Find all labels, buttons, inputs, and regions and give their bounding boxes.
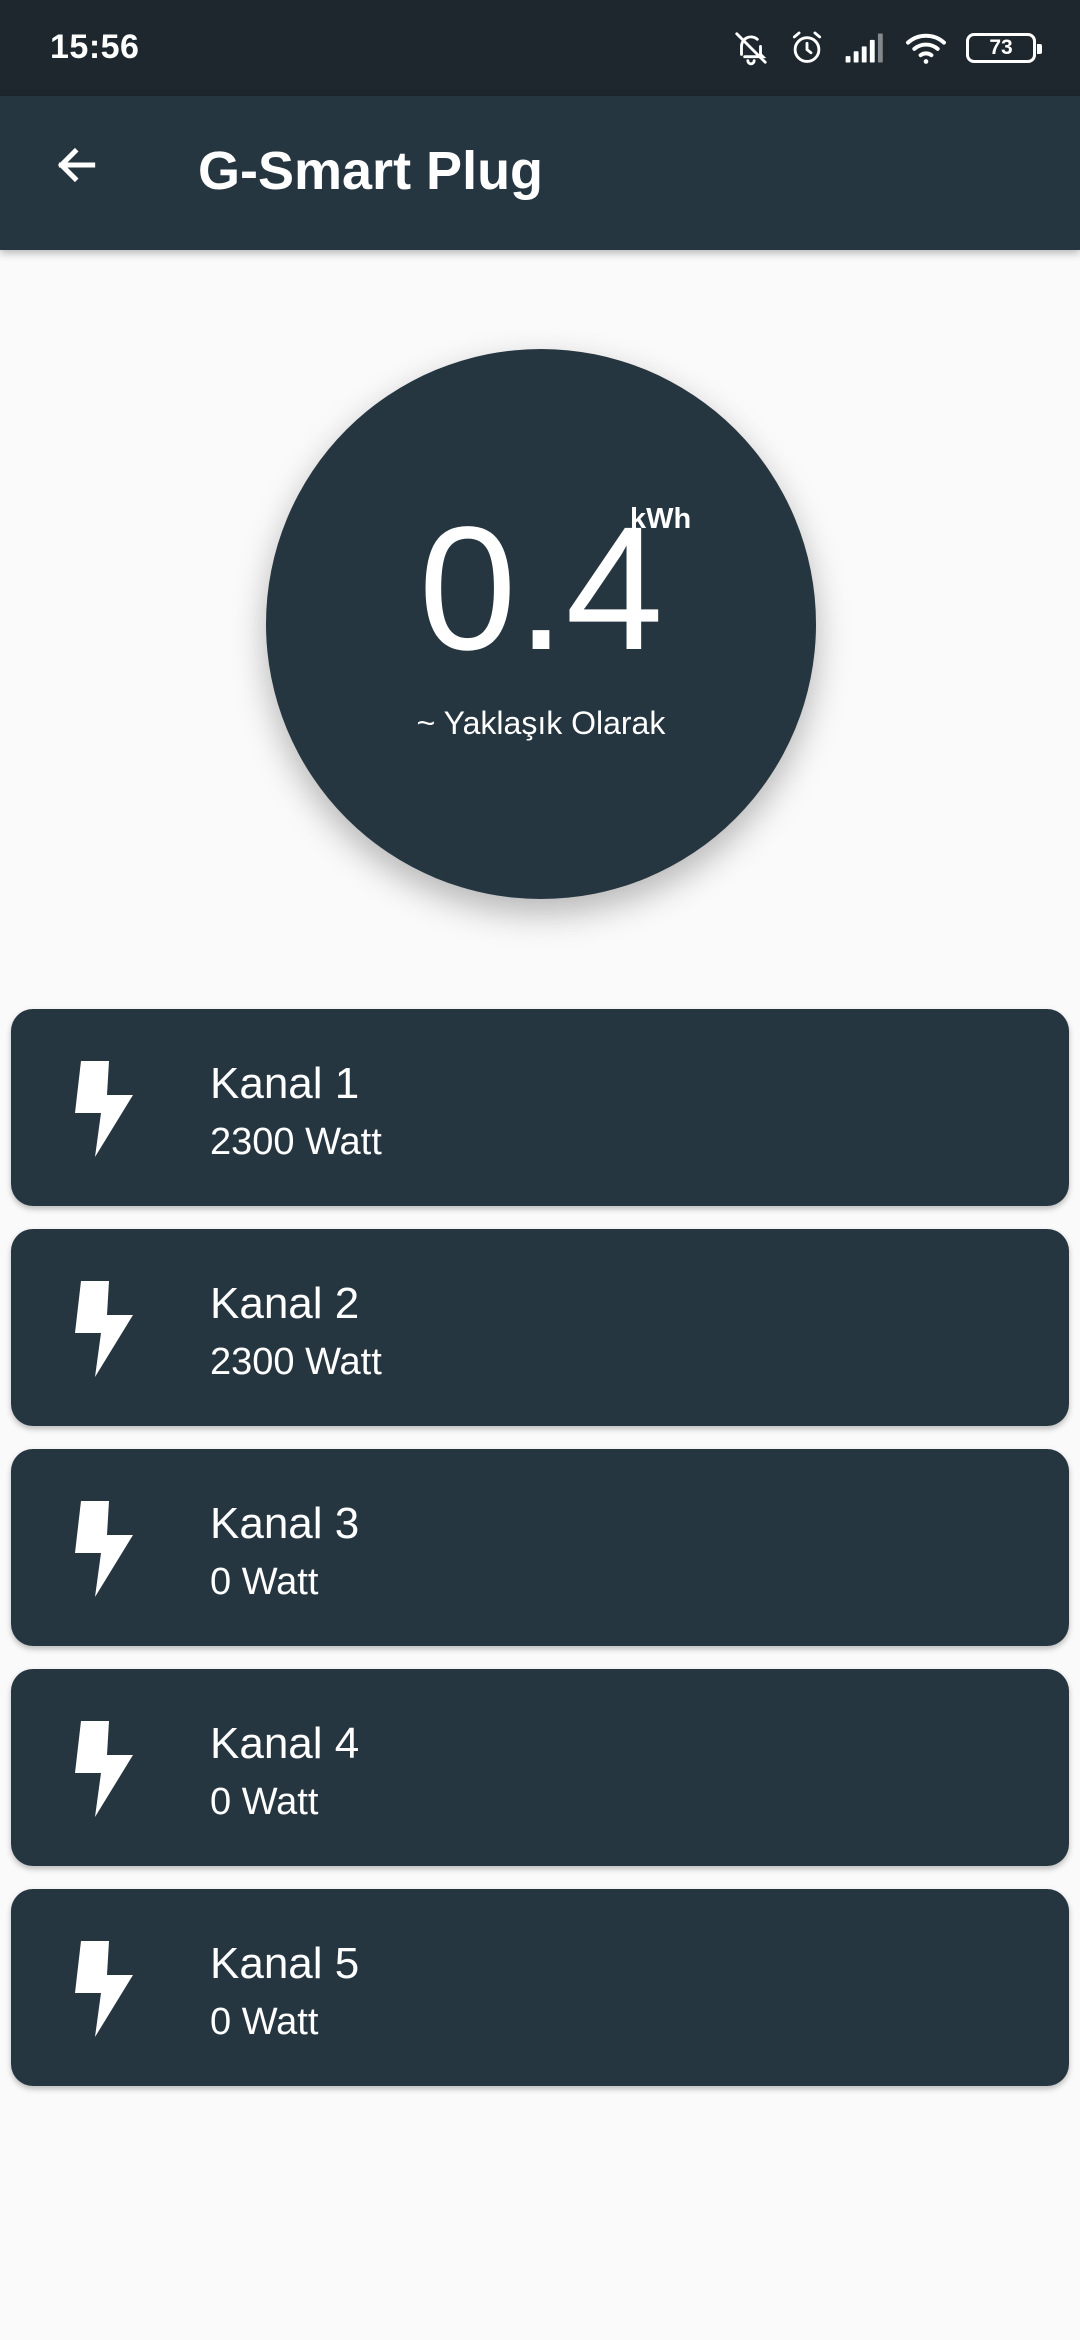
- mute-notifications-icon: [732, 29, 770, 67]
- status-bar: 15:56 73: [0, 0, 1080, 96]
- channel-name: Kanal 4: [210, 1719, 360, 1768]
- lightning-bolt-icon: [75, 1061, 133, 1157]
- channel-card-5[interactable]: Kanal 5 0 Watt: [11, 1889, 1069, 2086]
- channel-card-2[interactable]: Kanal 2 2300 Watt: [11, 1229, 1069, 1426]
- battery-icon: 73: [966, 33, 1042, 63]
- back-button[interactable]: [38, 127, 114, 203]
- signal-icon: [844, 31, 886, 65]
- channel-power: 2300 Watt: [210, 1341, 382, 1383]
- status-icons: 73: [732, 26, 1042, 70]
- wifi-icon: [904, 30, 948, 66]
- channel-power: 0 Watt: [210, 1781, 319, 1823]
- channel-power: 2300 Watt: [210, 1121, 382, 1163]
- channel-name: Kanal 2: [210, 1279, 360, 1328]
- channel-power: 0 Watt: [210, 2001, 319, 2043]
- energy-caption: ~ Yaklaşık Olarak: [416, 705, 666, 741]
- channel-card-3[interactable]: Kanal 3 0 Watt: [11, 1449, 1069, 1646]
- lightning-bolt-icon: [75, 1721, 133, 1817]
- lightning-bolt-icon: [75, 1501, 133, 1597]
- channel-power: 0 Watt: [210, 1561, 319, 1603]
- energy-value: 0.4: [418, 491, 664, 687]
- channel-list: Kanal 1 2300 Watt Kanal 2 2300 Watt Kana…: [11, 1009, 1069, 2109]
- alarm-icon: [788, 29, 826, 67]
- status-time: 15:56: [50, 28, 140, 66]
- channel-card-1[interactable]: Kanal 1 2300 Watt: [11, 1009, 1069, 1206]
- battery-level: 73: [989, 36, 1013, 59]
- channel-card-4[interactable]: Kanal 4 0 Watt: [11, 1669, 1069, 1866]
- channel-name: Kanal 5: [210, 1939, 360, 1988]
- lightning-bolt-icon: [75, 1941, 133, 2037]
- lightning-bolt-icon: [75, 1281, 133, 1377]
- channel-name: Kanal 1: [210, 1059, 360, 1108]
- energy-unit: kWh: [630, 503, 692, 535]
- arrow-left-icon: [57, 147, 96, 183]
- energy-summary-circle: 0.4 kWh ~ Yaklaşık Olarak: [266, 349, 816, 899]
- page-title: G-Smart Plug: [198, 141, 544, 201]
- channel-name: Kanal 3: [210, 1499, 360, 1548]
